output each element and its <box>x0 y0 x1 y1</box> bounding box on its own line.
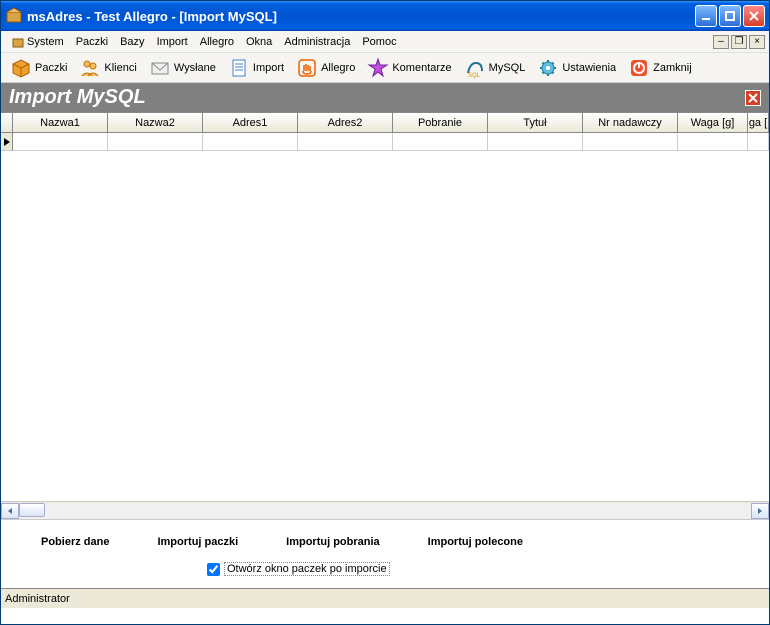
scroll-right-button[interactable] <box>751 503 769 519</box>
menu-pomoc[interactable]: Pomoc <box>356 34 402 50</box>
data-grid: Nazwa1 Nazwa2 Adres1 Adres2 Pobranie Tyt… <box>1 112 769 501</box>
action-bar: Pobierz dane Importuj paczki Importuj po… <box>1 519 769 562</box>
app-icon <box>5 7 23 25</box>
grid-header-row: Nazwa1 Nazwa2 Adres1 Adres2 Pobranie Tyt… <box>1 113 769 133</box>
maximize-button[interactable] <box>719 5 741 27</box>
scroll-track[interactable] <box>19 503 751 519</box>
toolbar-klienci-button[interactable]: Klienci <box>74 55 141 81</box>
grid-row[interactable] <box>1 133 769 151</box>
hand-icon <box>296 57 318 79</box>
menu-administracja[interactable]: Administracja <box>278 34 356 50</box>
panel-header: Import MySQL <box>1 83 769 112</box>
importuj-paczki-button[interactable]: Importuj paczki <box>153 534 242 550</box>
mdi-close-button[interactable]: × <box>749 35 765 49</box>
grid-cell[interactable] <box>203 133 298 151</box>
column-header[interactable]: Nr nadawczy <box>583 113 678 133</box>
svg-text:SQL: SQL <box>468 73 481 79</box>
status-user: Administrator <box>5 593 70 605</box>
toolbar-komentarze-button[interactable]: Komentarze <box>362 55 456 81</box>
open-window-checkbox-label[interactable]: Otwórz okno paczek po imporcie <box>224 562 390 576</box>
column-header[interactable]: Pobranie <box>393 113 488 133</box>
column-header[interactable]: Nazwa2 <box>108 113 203 133</box>
grid-cell[interactable] <box>108 133 203 151</box>
toolbar-wyslane-button[interactable]: Wysłane <box>144 55 221 81</box>
importuj-pobrania-button[interactable]: Importuj pobrania <box>282 534 384 550</box>
toolbar-import-button[interactable]: Import <box>223 55 289 81</box>
minimize-button[interactable] <box>695 5 717 27</box>
toolbar-ustawienia-button[interactable]: Ustawienia <box>532 55 621 81</box>
open-window-checkbox[interactable] <box>207 563 220 576</box>
importuj-polecone-button[interactable]: Importuj polecone <box>424 534 527 550</box>
grid-cell[interactable] <box>583 133 678 151</box>
toolbar-allegro-button[interactable]: Allegro <box>291 55 360 81</box>
menu-import[interactable]: Import <box>151 34 194 50</box>
toolbar-mysql-button[interactable]: SQLMySQL <box>459 55 531 81</box>
panel-title-text: Import MySQL <box>9 86 146 109</box>
menu-system[interactable]: System <box>5 33 70 51</box>
grid-empty-area <box>1 151 769 501</box>
pobierz-dane-button[interactable]: Pobierz dane <box>37 534 113 550</box>
scroll-left-button[interactable] <box>1 503 19 519</box>
grid-cell[interactable] <box>393 133 488 151</box>
toolbar: Paczki Klienci Wysłane Import Allegro Ko… <box>1 53 769 83</box>
menu-allegro[interactable]: Allegro <box>194 34 240 50</box>
grid-cell[interactable] <box>13 133 108 151</box>
toolbar-paczki-button[interactable]: Paczki <box>5 55 72 81</box>
package-icon <box>10 57 32 79</box>
menu-okna[interactable]: Okna <box>240 34 278 50</box>
menu-bazy[interactable]: Bazy <box>114 34 150 50</box>
checkbox-row: Otwórz okno paczek po imporcie <box>1 562 769 588</box>
window-title: msAdres - Test Allegro - [Import MySQL] <box>27 9 695 24</box>
grid-cell[interactable] <box>678 133 748 151</box>
mdi-minimize-button[interactable]: – <box>713 35 729 49</box>
grid-corner <box>1 113 13 133</box>
menu-paczki[interactable]: Paczki <box>70 34 114 50</box>
column-header[interactable]: Adres2 <box>298 113 393 133</box>
mdi-restore-button[interactable]: ❐ <box>731 35 747 49</box>
row-indicator <box>1 133 13 151</box>
gear-icon <box>537 57 559 79</box>
grid-cell[interactable] <box>488 133 583 151</box>
envelope-icon <box>149 57 171 79</box>
horizontal-scrollbar[interactable] <box>1 501 769 519</box>
column-header[interactable]: Waga [g] <box>678 113 748 133</box>
column-header[interactable]: ga [ <box>748 113 769 133</box>
window-titlebar: msAdres - Test Allegro - [Import MySQL] <box>1 1 769 31</box>
document-icon <box>228 57 250 79</box>
column-header[interactable]: Adres1 <box>203 113 298 133</box>
users-icon <box>79 57 101 79</box>
mysql-icon: SQL <box>464 57 486 79</box>
grid-cell[interactable] <box>748 133 769 151</box>
power-icon <box>628 57 650 79</box>
scroll-thumb[interactable] <box>19 503 45 517</box>
grid-cell[interactable] <box>298 133 393 151</box>
column-header[interactable]: Nazwa1 <box>13 113 108 133</box>
menubar: System Paczki Bazy Import Allegro Okna A… <box>1 31 769 53</box>
statusbar: Administrator <box>1 588 769 608</box>
column-header[interactable]: Tytuł <box>488 113 583 133</box>
window-close-button[interactable] <box>743 5 765 27</box>
panel-close-button[interactable] <box>745 90 761 106</box>
toolbar-zamknij-button[interactable]: Zamknij <box>623 55 697 81</box>
star-icon <box>367 57 389 79</box>
